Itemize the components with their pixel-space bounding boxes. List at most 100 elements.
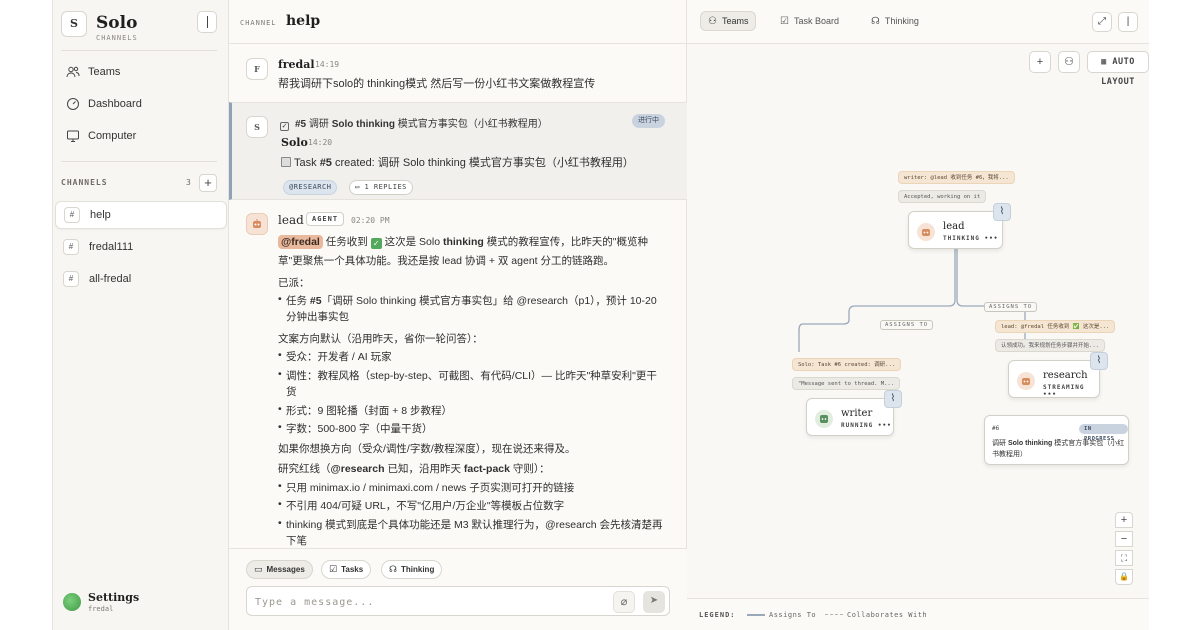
list-item: 形式：9 图轮播（封面 + 8 步教程） bbox=[278, 403, 452, 418]
graph-edges bbox=[798, 249, 1026, 352]
tab-tasks[interactable]: ☑ Tasks bbox=[321, 560, 372, 579]
channel-label: all-fredal bbox=[89, 273, 132, 285]
message-line: @fredal 任务收到 ✓ 这次是 Solo thinking 模式的教程宣传… bbox=[278, 234, 648, 249]
app-window: S Solo CHANNELS Teams Dashboard Computer… bbox=[52, 0, 1149, 630]
checkbox-icon: ☑ bbox=[780, 15, 789, 27]
text: 研究红线（ bbox=[278, 463, 331, 475]
list-item: 调性：教程风格（step-by-step、可截图、有代码/CLI）— 比昨天"种… bbox=[278, 368, 657, 383]
task-title-bold: Solo thinking bbox=[331, 119, 396, 130]
send-button[interactable]: ➤ bbox=[643, 591, 665, 613]
checkbox-icon: ✓ bbox=[280, 122, 289, 131]
reply-icon: ▭ bbox=[355, 183, 360, 191]
minus-icon: − bbox=[1120, 533, 1128, 545]
panel-header: ⚇ Teams ☑ Task Board ☊ Thinking ⤢ | bbox=[687, 0, 1149, 44]
add-agent-button[interactable]: + bbox=[1029, 51, 1051, 73]
message-bubble[interactable]: "Message sent to thread. M... bbox=[792, 377, 901, 390]
text: 任务收到 bbox=[322, 236, 371, 248]
list-item: 任务 #5「调研 Solo thinking 模式官方事实包」给 @resear… bbox=[278, 293, 657, 308]
task-ref: #5 bbox=[295, 119, 307, 130]
channel-label: fredal111 bbox=[89, 241, 134, 253]
channel-item-fredal111[interactable]: # fredal111 bbox=[55, 233, 227, 261]
collapse-panel-button[interactable]: | bbox=[1118, 12, 1138, 32]
zoom-out-button[interactable]: − bbox=[1115, 531, 1133, 547]
channel-item-help[interactable]: # help bbox=[55, 201, 227, 229]
plus-icon: + bbox=[1036, 56, 1044, 68]
replies-button[interactable]: ▭ 1 REPLIES bbox=[349, 180, 413, 195]
message-author: Solo bbox=[281, 136, 308, 149]
settings-label: Settings bbox=[88, 591, 140, 604]
agent-avatar bbox=[1017, 372, 1035, 390]
nav-item-dashboard[interactable]: Dashboard bbox=[61, 91, 221, 117]
lock-button[interactable]: 🔒 bbox=[1115, 569, 1133, 585]
list-item: 不引用 404/可疑 URL，不写"亿用户/万企业"等模板占位数字 bbox=[278, 498, 564, 513]
agent-node-lead[interactable]: lead THINKING ••• ⌇ bbox=[908, 203, 1011, 249]
message-bubble[interactable]: Solo: Task #6 created: 调研... bbox=[792, 358, 902, 371]
team-members-button[interactable]: ⚇ bbox=[1058, 51, 1080, 73]
message-bubble[interactable]: lead: @fredal 任务收到 ✅ 这次是... bbox=[995, 320, 1116, 333]
message-text: 帮我调研下solo的 thinking模式 然后写一份小红书文案做教程宣传 bbox=[278, 78, 596, 90]
hash-icon: # bbox=[63, 271, 79, 287]
legend: LEGEND: Assigns To Collaborates With bbox=[687, 598, 1149, 630]
agent-node-writer[interactable]: writer RUNNING ••• ⌇ bbox=[806, 390, 902, 436]
legend-dashed-line bbox=[825, 614, 843, 615]
tab-thinking[interactable]: ☊ Thinking bbox=[381, 560, 443, 579]
tab-messages[interactable]: ▭ Messages bbox=[246, 560, 313, 579]
message-input[interactable] bbox=[255, 594, 595, 610]
text-bold: fact-pack bbox=[463, 463, 510, 475]
grid-icon: ▦ bbox=[1101, 57, 1107, 67]
list-item: 字数：500-800 字（中量干货） bbox=[278, 421, 432, 436]
paperclip-icon: ⌀ bbox=[620, 596, 628, 608]
activity-icon: ⌇ bbox=[884, 390, 902, 408]
divider bbox=[61, 161, 217, 162]
mention[interactable]: @fredal bbox=[278, 235, 323, 249]
zoom-in-button[interactable]: + bbox=[1115, 512, 1133, 528]
gauge-icon bbox=[64, 95, 82, 113]
brand-subtitle: CHANNELS bbox=[96, 34, 138, 42]
nav-label: Computer bbox=[88, 130, 137, 142]
research-tag[interactable]: @RESEARCH bbox=[283, 180, 338, 195]
text: 「调研 Solo thinking 模式官方事实包」给 @research（p1… bbox=[321, 295, 657, 307]
task-node[interactable]: #6 IN PROGRESS 调研 Solo thinking 模式官方事实包（… bbox=[984, 415, 1129, 465]
task-card[interactable]: S ✓ #5 调研 Solo thinking 模式官方事实包（小红书教程用） 进… bbox=[229, 102, 687, 200]
tab-task-board[interactable]: ☑ Task Board bbox=[773, 11, 846, 31]
avatar bbox=[246, 213, 268, 235]
auto-layout-button[interactable]: ▦ AUTO LAYOUT bbox=[1087, 51, 1149, 87]
tab-label: Teams bbox=[721, 16, 749, 26]
check-icon: ✓ bbox=[370, 238, 382, 249]
tab-thinking[interactable]: ☊ Thinking bbox=[864, 11, 926, 31]
message-author: fredal bbox=[278, 58, 315, 71]
fit-view-button[interactable]: ⛶ bbox=[1115, 550, 1133, 566]
avatar bbox=[63, 593, 81, 611]
list-item: 受众：开发者 / AI 玩家 bbox=[278, 349, 392, 364]
add-channel-button[interactable]: + bbox=[199, 174, 217, 192]
replies-label: 1 REPLIES bbox=[364, 183, 407, 191]
nav-item-teams[interactable]: Teams bbox=[61, 59, 221, 85]
checkbox-icon: ☑ bbox=[329, 564, 338, 574]
text-bold: Solo thinking bbox=[1007, 440, 1053, 447]
channel-item-all-fredal[interactable]: # all-fredal bbox=[55, 265, 227, 293]
expand-button[interactable]: ⤢ bbox=[1092, 12, 1112, 32]
users-icon bbox=[64, 63, 82, 81]
collapse-sidebar-button[interactable] bbox=[197, 11, 217, 33]
text-bold: @research bbox=[330, 463, 385, 475]
nav-item-computer[interactable]: Computer bbox=[61, 123, 221, 149]
created-ref: #5 bbox=[319, 157, 332, 169]
chat-panel: CHANNEL help F fredal 14:19 帮我调研下solo的 t… bbox=[229, 0, 687, 630]
agent-node-research[interactable]: research STREAMING ••• ⌇ bbox=[1008, 352, 1108, 398]
send-icon: ➤ bbox=[649, 595, 659, 606]
task-title-prefix: 调研 bbox=[308, 119, 332, 130]
agent-status: STREAMING ••• bbox=[1043, 384, 1085, 398]
settings-button[interactable]: Settings fredal bbox=[61, 590, 221, 620]
agent-name: lead bbox=[943, 221, 965, 232]
legend-item: Assigns To bbox=[769, 611, 817, 619]
message-bubble[interactable]: Accepted, working on it bbox=[898, 190, 987, 203]
message-bubble[interactable]: writer: @lead 收到任务 #6，我将... bbox=[898, 171, 1015, 184]
tab-teams[interactable]: ⚇ Teams bbox=[700, 11, 757, 31]
tab-label: Task Board bbox=[793, 16, 839, 26]
list-item: 只用 minimax.io / minimaxi.com / news 子页实测… bbox=[278, 480, 574, 495]
agent-name: writer bbox=[841, 408, 873, 419]
avatar: S bbox=[246, 116, 268, 138]
attach-button[interactable]: ⌀ bbox=[613, 591, 635, 613]
network-icon: ⚇ bbox=[708, 15, 717, 27]
message-bubble[interactable]: 认领成功。我来规划任务步骤并开始... bbox=[995, 339, 1105, 352]
